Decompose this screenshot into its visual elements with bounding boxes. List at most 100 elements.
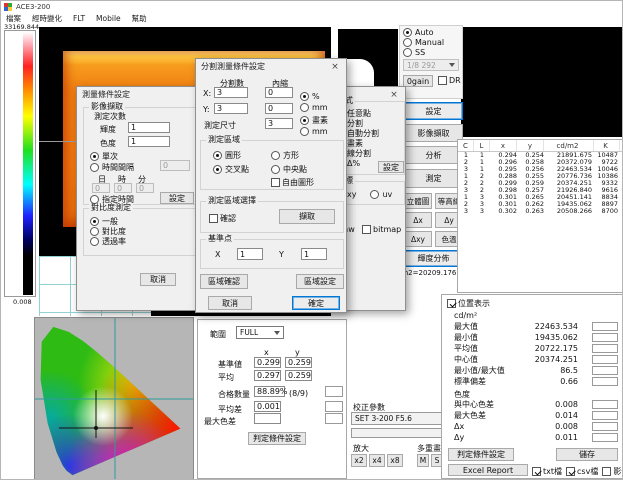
option-label: 畫素 (312, 115, 328, 126)
pass-label: 合格數量 (218, 389, 250, 400)
preview-thumbnail[interactable] (338, 29, 398, 91)
ref-x-field[interactable]: 0.299 (254, 357, 281, 368)
option-label: 方形 (283, 150, 299, 161)
zoom-button[interactable]: x8 (387, 454, 403, 467)
circle-radio[interactable]: 圓形 (213, 150, 241, 160)
menu-bar: 檔案經時變化FLTMobile幫助 (1, 13, 623, 24)
center-radio[interactable]: 中央點 (271, 164, 307, 174)
single-radio[interactable]: 單次 (90, 151, 118, 161)
interval-field[interactable]: 0 (160, 160, 190, 171)
avgdiff-field: 0.001 (254, 401, 281, 412)
radio-icon (271, 165, 280, 174)
time-set-button[interactable]: 設定 (160, 192, 194, 204)
lum-count-field[interactable]: 1 (128, 122, 170, 133)
ok-button[interactable]: 確定 (292, 296, 340, 310)
zoom-button[interactable]: x2 (351, 454, 367, 467)
avg-y-field[interactable]: 0.259 (285, 370, 312, 381)
avg-x-field[interactable]: 0.297 (254, 370, 281, 381)
checkbox-icon (602, 467, 611, 476)
map3d-button[interactable]: 立體圖 (404, 193, 432, 209)
save-button[interactable]: 儲存 (556, 448, 618, 461)
bitmap-checkbox[interactable]: bitmap (362, 225, 401, 234)
mode-radio[interactable]: SS (403, 47, 462, 57)
position-display-checkbox[interactable]: 位置表示 (447, 298, 490, 309)
file-checkbox[interactable]: 影像檔 (602, 466, 623, 477)
confirm-checkbox[interactable]: 確認 (209, 213, 236, 224)
calibration-value-2 (351, 428, 453, 438)
interval-radio[interactable]: 時間間隔 (90, 162, 134, 172)
excel-report-button[interactable]: Excel Report (448, 464, 528, 476)
radio-icon (90, 227, 99, 236)
dialog-title-bar[interactable]: 分割測量條件設定 × (196, 59, 346, 74)
y-inset-field[interactable]: 0 (265, 103, 293, 114)
cancel-button[interactable]: 取消 (140, 273, 176, 286)
cancel-button[interactable]: 取消 (208, 296, 252, 310)
split-measure-dialog: 分割測量條件設定 × 分割數 內縮 X: 3 0 Y: 3 0 % mm 測定尺… (195, 58, 347, 313)
free-shape-checkbox[interactable]: 自由圖形 (271, 177, 314, 188)
delta-x-button[interactable]: Δx (404, 212, 432, 228)
area-confirm-button[interactable]: 區域確認 (200, 274, 248, 289)
menu-item[interactable]: FLT (73, 14, 85, 23)
capture-button[interactable]: 影像擷取 (404, 124, 463, 142)
percent-radio[interactable]: % (300, 91, 320, 101)
method-set-button[interactable]: 設定 (378, 161, 404, 173)
camera-view[interactable] (461, 27, 623, 137)
dr-label: DR (449, 76, 461, 85)
lum-dist-button[interactable]: 輝度分佈 (404, 250, 463, 267)
shutter-dropdown[interactable]: 1/8 292 (403, 59, 459, 71)
zoom-button[interactable]: x4 (369, 454, 385, 467)
analyze-button[interactable]: 分析 (404, 146, 463, 164)
x-div-field[interactable]: 3 (214, 87, 248, 98)
file-checkbox[interactable]: csv檔 (566, 466, 598, 477)
contrast-radio[interactable]: 透過率 (90, 236, 126, 246)
range-dropdown[interactable]: FULL (236, 326, 284, 339)
table-row[interactable]: 330.3020.26320508.2668700 (458, 208, 622, 215)
x-inset-field[interactable]: 0 (265, 87, 293, 98)
measure-button[interactable]: 測定 (404, 169, 463, 188)
mm2-radio[interactable]: mm (300, 126, 328, 136)
contrast-radio[interactable]: 一般 (90, 216, 126, 226)
menu-item[interactable]: 幫助 (132, 13, 147, 24)
settings-button[interactable]: 設定 (404, 102, 463, 120)
close-icon[interactable]: × (388, 90, 400, 100)
minute-field[interactable]: 0 (136, 183, 154, 193)
mode-radio[interactable]: Manual (403, 37, 462, 47)
mode-label: SS (415, 48, 425, 57)
group-label: 對比度測定 (89, 204, 133, 212)
bitmap-label: bitmap (373, 225, 401, 234)
close-icon[interactable]: × (329, 62, 341, 72)
chroma-count-field[interactable]: 1 (128, 136, 170, 147)
pixel-radio[interactable]: 畫素 (300, 115, 328, 125)
area-set-button[interactable]: 區域設定 (296, 274, 344, 289)
day-field[interactable]: 0 (92, 183, 110, 193)
mode-radio[interactable]: Auto (403, 27, 462, 37)
multiscreen-button[interactable]: M (417, 454, 429, 467)
coord-radio[interactable]: uv (370, 189, 392, 199)
cross-radio[interactable]: 交叉點 (213, 164, 249, 174)
area-capture-button[interactable]: 擷取 (279, 209, 335, 224)
size-field[interactable]: 3 (265, 118, 293, 129)
judge-settings-button[interactable]: 判定條件設定 (248, 432, 306, 445)
ref-y-field[interactable]: 0.259 (285, 357, 312, 368)
base-y-field[interactable]: 1 (301, 248, 327, 260)
square-radio[interactable]: 方形 (271, 150, 299, 160)
base-x-field[interactable]: 1 (237, 248, 263, 260)
gain-button[interactable]: 0gain (403, 75, 433, 87)
y-div-field[interactable]: 3 (214, 103, 248, 114)
delta-xy-button[interactable]: Δxy (404, 231, 432, 247)
judge-settings-button[interactable]: 判定條件設定 (448, 448, 514, 461)
avg-label: 平均 (218, 372, 234, 383)
contrast-radio[interactable]: 對比度 (90, 226, 126, 236)
stats-panel: 位置表示 cd/m² 最大值22463.534最小值19435.062平均值20… (441, 294, 623, 479)
hour-field[interactable]: 0 (114, 183, 132, 193)
mm-radio[interactable]: mm (300, 102, 328, 112)
cie-diagram[interactable] (34, 317, 194, 480)
menu-item[interactable]: Mobile (96, 14, 121, 23)
radio-icon (300, 127, 309, 136)
dialog-title: 測量條件設定 (82, 89, 130, 100)
stats-value: 0.008 (526, 400, 578, 409)
dr-checkbox[interactable]: DR (438, 76, 461, 85)
option-label: xy (347, 190, 356, 199)
group-label: 測定區域 (206, 136, 242, 144)
file-checkbox[interactable]: txt檔 (532, 466, 562, 477)
